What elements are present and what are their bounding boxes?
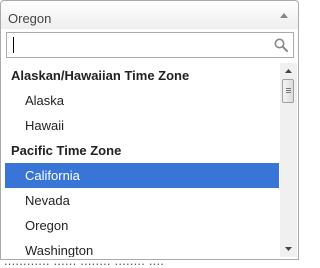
grip-line	[286, 88, 291, 89]
options-list: Alaskan/Hawaiian Time Zone Alaska Hawaii…	[5, 63, 279, 257]
timezone-select-widget: ............ ...... ........ ........ ..…	[0, 0, 301, 268]
option-alaska[interactable]: Alaska	[5, 88, 279, 113]
grip-line	[286, 90, 291, 91]
select-box[interactable]: Oregon	[0, 0, 299, 30]
dropdown-panel: Alaskan/Hawaiian Time Zone Alaska Hawaii…	[0, 29, 299, 260]
option-oregon[interactable]: Oregon	[5, 213, 279, 238]
results-list: Alaskan/Hawaiian Time Zone Alaska Hawaii…	[5, 63, 297, 257]
obscured-page-text: ............ ...... ........ ........ ..…	[4, 260, 165, 268]
scroll-down-arrow-icon[interactable]	[280, 240, 297, 257]
scroll-up-arrow-icon[interactable]	[280, 63, 297, 80]
group-label: Alaskan/Hawaiian Time Zone	[11, 68, 190, 83]
option-hawaii[interactable]: Hawaii	[5, 113, 279, 138]
grip-line	[286, 92, 291, 93]
option-nevada[interactable]: Nevada	[5, 188, 279, 213]
scroll-thumb[interactable]	[282, 79, 294, 103]
search-input[interactable]	[7, 33, 267, 57]
page-backdrop: ............ ...... ........ ........ ..…	[0, 260, 301, 268]
option-california[interactable]: California	[5, 163, 279, 188]
selected-value: Oregon	[8, 11, 52, 26]
group-label: Pacific Time Zone	[11, 143, 122, 158]
text-caret	[13, 37, 14, 53]
chevron-up-icon	[280, 13, 288, 18]
search-box[interactable]	[6, 32, 294, 58]
search-icon[interactable]	[273, 37, 289, 53]
scrollbar[interactable]	[280, 63, 297, 257]
option-washington[interactable]: Washington	[5, 238, 279, 257]
